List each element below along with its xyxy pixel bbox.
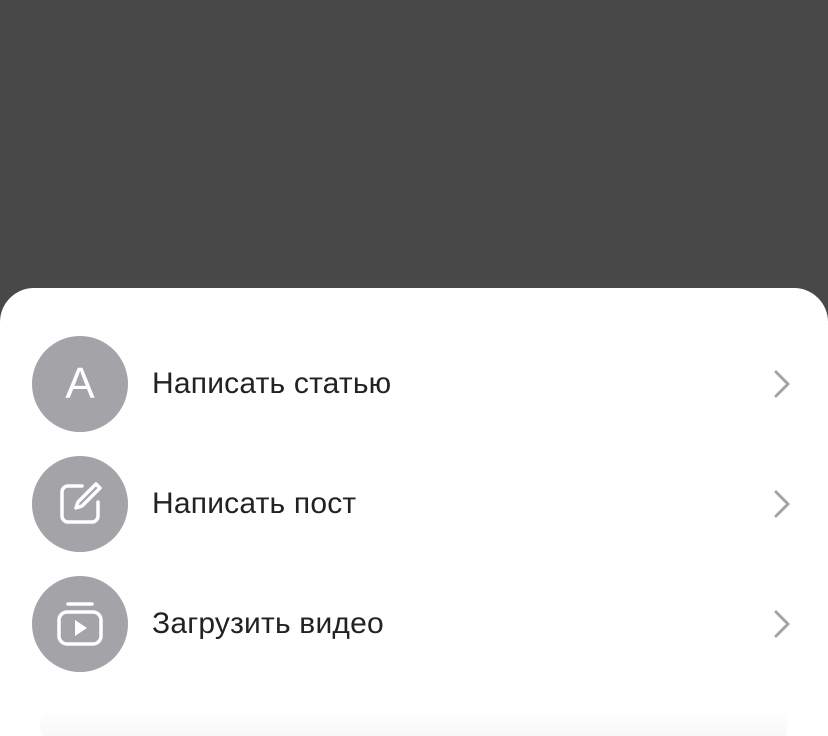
video-icon-circle (32, 576, 128, 672)
menu-item-write-post[interactable]: Написать пост (0, 444, 828, 564)
menu-item-label: Загрузить видео (152, 607, 384, 640)
chevron-right-icon (774, 610, 790, 638)
menu-item-label: Написать статью (152, 367, 392, 400)
chevron-right-icon (774, 370, 790, 398)
menu-item-label: Написать пост (152, 487, 357, 520)
menu-item-upload-video[interactable]: Загрузить видео (0, 564, 828, 684)
video-upload-icon (57, 602, 103, 646)
letter-a-icon: A (65, 359, 95, 408)
post-icon-circle (32, 456, 128, 552)
menu-item-write-article[interactable]: A Написать статью (0, 324, 828, 444)
article-icon-circle: A (32, 336, 128, 432)
bottom-fade (40, 706, 788, 736)
action-sheet: A Написать статью Написать пост Загрузит… (0, 288, 828, 736)
chevron-right-icon (774, 490, 790, 518)
edit-post-icon (60, 482, 102, 524)
